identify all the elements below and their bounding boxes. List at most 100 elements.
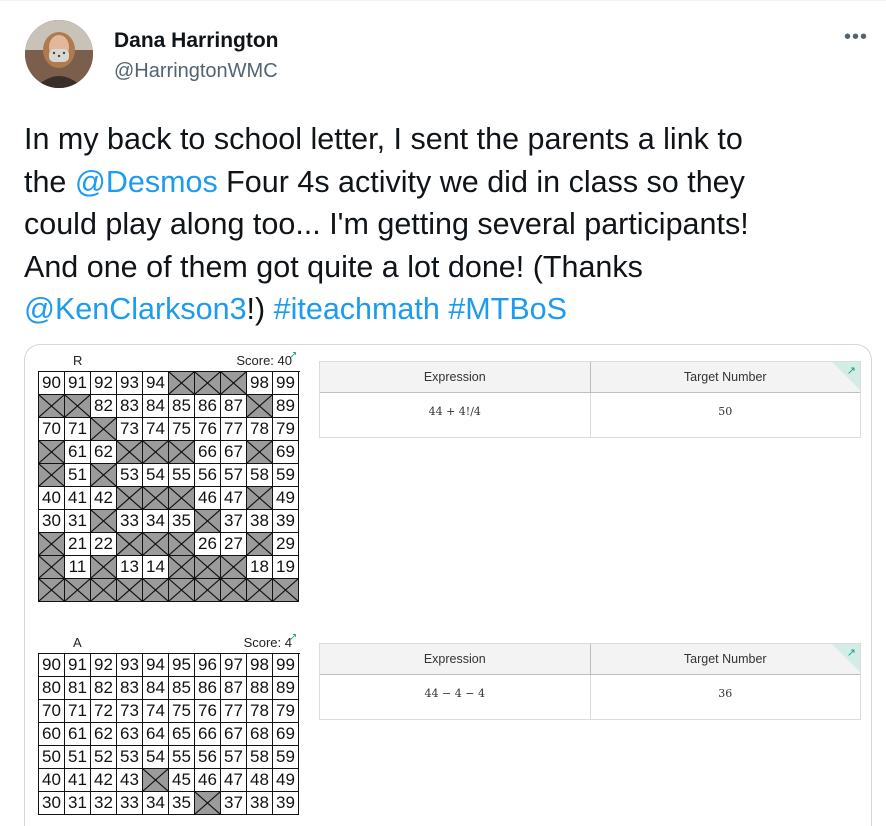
grid-cell: 57 bbox=[221, 464, 247, 487]
tweet-media[interactable]: R Score: 40 ↗ 90 91 92 93 94 98 99 82 83 84 85 86 87 89 7… bbox=[24, 344, 872, 826]
grid-cell-crossed bbox=[195, 510, 221, 533]
grid-cell-crossed bbox=[169, 441, 195, 464]
grid-cell: 87 bbox=[221, 677, 247, 700]
grid-cell: 70 bbox=[39, 418, 65, 441]
grid-cell: 68 bbox=[247, 723, 273, 746]
grid-cell-crossed bbox=[143, 533, 169, 556]
grid-cell: 39 bbox=[273, 792, 299, 815]
grid-cell: 92 bbox=[91, 372, 117, 395]
grid-cell: 21 bbox=[65, 533, 91, 556]
avatar-photo bbox=[25, 20, 93, 88]
grid-cell-crossed bbox=[169, 372, 195, 395]
grid-cell: 38 bbox=[247, 792, 273, 815]
grid-cell: 53 bbox=[117, 464, 143, 487]
grid-cell: 79 bbox=[273, 700, 299, 723]
avatar[interactable] bbox=[25, 20, 93, 88]
grid-cell: 98 bbox=[247, 372, 273, 395]
tweet-text-segment: And one of them got quite a lot done! (T… bbox=[24, 249, 643, 284]
author-handle[interactable]: @HarringtonWMC bbox=[114, 60, 278, 83]
grid-cell: 43 bbox=[117, 769, 143, 792]
panel-row: 44 − 4 − 4 36 bbox=[320, 675, 860, 719]
grid-cell-crossed bbox=[195, 792, 221, 815]
grid-cell: 64 bbox=[143, 723, 169, 746]
grid-cell: 86 bbox=[195, 395, 221, 418]
grid-cell-crossed bbox=[247, 487, 273, 510]
tweet-line: In my back to school letter, I sent the … bbox=[24, 118, 870, 161]
grid-cell: 56 bbox=[195, 746, 221, 769]
grid-cell-crossed bbox=[143, 487, 169, 510]
grid-cell: 41 bbox=[65, 487, 91, 510]
grid-cell: 98 bbox=[247, 654, 273, 677]
four-fours-board: R Score: 40 ↗ 90 91 92 93 94 98 99 82 83 84 85 86 87 89 7… bbox=[38, 350, 300, 602]
grid-cell: 83 bbox=[117, 395, 143, 418]
grid-cell: 94 bbox=[143, 654, 169, 677]
target-number-header: Target Number bbox=[683, 370, 767, 384]
grid-cell: 35 bbox=[169, 510, 195, 533]
tweet-line: the @Desmos Four 4s activity we did in c… bbox=[24, 161, 870, 204]
grid-cell: 30 bbox=[39, 792, 65, 815]
grid-cell: 19 bbox=[273, 556, 299, 579]
grid-cell: 30 bbox=[39, 510, 65, 533]
grid-cell: 70 bbox=[39, 700, 65, 723]
panel-header: Expression Target Number bbox=[320, 362, 860, 393]
grid-cell: 60 bbox=[39, 723, 65, 746]
grid-cell-crossed bbox=[39, 579, 65, 602]
grid-cell: 73 bbox=[117, 700, 143, 723]
grid-cell: 27 bbox=[221, 533, 247, 556]
grid-cell-crossed bbox=[91, 556, 117, 579]
tweet-text-segment: Four 4s activity we did in class so they bbox=[217, 164, 745, 199]
grid-cell-crossed bbox=[195, 372, 221, 395]
grid-cell: 69 bbox=[273, 441, 299, 464]
mention-link[interactable]: @Desmos bbox=[75, 165, 218, 199]
grid-cell-crossed bbox=[169, 487, 195, 510]
grid-cell: 54 bbox=[143, 746, 169, 769]
grid-cell: 26 bbox=[195, 533, 221, 556]
grid-cell-crossed bbox=[143, 441, 169, 464]
grid-cell: 47 bbox=[221, 769, 247, 792]
grid-cell: 67 bbox=[221, 723, 247, 746]
grid-cell: 99 bbox=[273, 654, 299, 677]
grid-cell: 35 bbox=[169, 792, 195, 815]
external-link-icon: ↗ bbox=[846, 647, 856, 659]
grid-cell: 42 bbox=[91, 769, 117, 792]
expression-value: 44 + 4!/4 bbox=[320, 393, 591, 437]
grid-cell: 89 bbox=[273, 395, 299, 418]
grid-cell: 18 bbox=[247, 556, 273, 579]
grid-cell: 69 bbox=[273, 723, 299, 746]
grid-cell-crossed bbox=[169, 579, 195, 602]
grid-cell-crossed bbox=[91, 510, 117, 533]
grid-cell-crossed bbox=[91, 579, 117, 602]
grid-cell-crossed bbox=[221, 556, 247, 579]
grid-cell-crossed bbox=[169, 556, 195, 579]
author-name[interactable]: Dana Harrington bbox=[114, 29, 279, 53]
four-fours-board: A Score: 4 ↗ 90 91 92 93 94 95 96 97 98 99 80 81 82 83 84… bbox=[38, 632, 300, 815]
grid-cell: 52 bbox=[91, 746, 117, 769]
hashtag-link[interactable]: #MTBoS bbox=[448, 292, 567, 326]
tweet-line: @KenClarkson3!) #iteachmath #MTBoS bbox=[24, 288, 870, 331]
grid-cell: 88 bbox=[247, 677, 273, 700]
grid-cell: 47 bbox=[221, 487, 247, 510]
grid-cell: 75 bbox=[169, 418, 195, 441]
grid-cell: 78 bbox=[247, 418, 273, 441]
grid-cell: 46 bbox=[195, 769, 221, 792]
grid-cell: 77 bbox=[221, 700, 247, 723]
grid-cell: 58 bbox=[247, 746, 273, 769]
grid-cell: 83 bbox=[117, 677, 143, 700]
grid-cell: 85 bbox=[169, 677, 195, 700]
target-number-value: 50 bbox=[718, 405, 733, 418]
grid-cell: 65 bbox=[169, 723, 195, 746]
grid-cell: 49 bbox=[273, 487, 299, 510]
grid-cell: 74 bbox=[143, 418, 169, 441]
grid-cell: 61 bbox=[65, 441, 91, 464]
grid-cell-crossed bbox=[91, 418, 117, 441]
grid-cell-crossed bbox=[117, 487, 143, 510]
grid-cell: 77 bbox=[221, 418, 247, 441]
external-link-icon: ↗ bbox=[846, 365, 856, 377]
grid-cell: 41 bbox=[65, 769, 91, 792]
hashtag-link[interactable]: #iteachmath bbox=[274, 292, 440, 326]
board-score: Score: 40 bbox=[236, 353, 292, 368]
more-options-icon[interactable]: ••• bbox=[844, 26, 868, 49]
grid-cell: 74 bbox=[143, 700, 169, 723]
grid-cell: 33 bbox=[117, 510, 143, 533]
mention-link[interactable]: @KenClarkson3 bbox=[24, 292, 247, 326]
